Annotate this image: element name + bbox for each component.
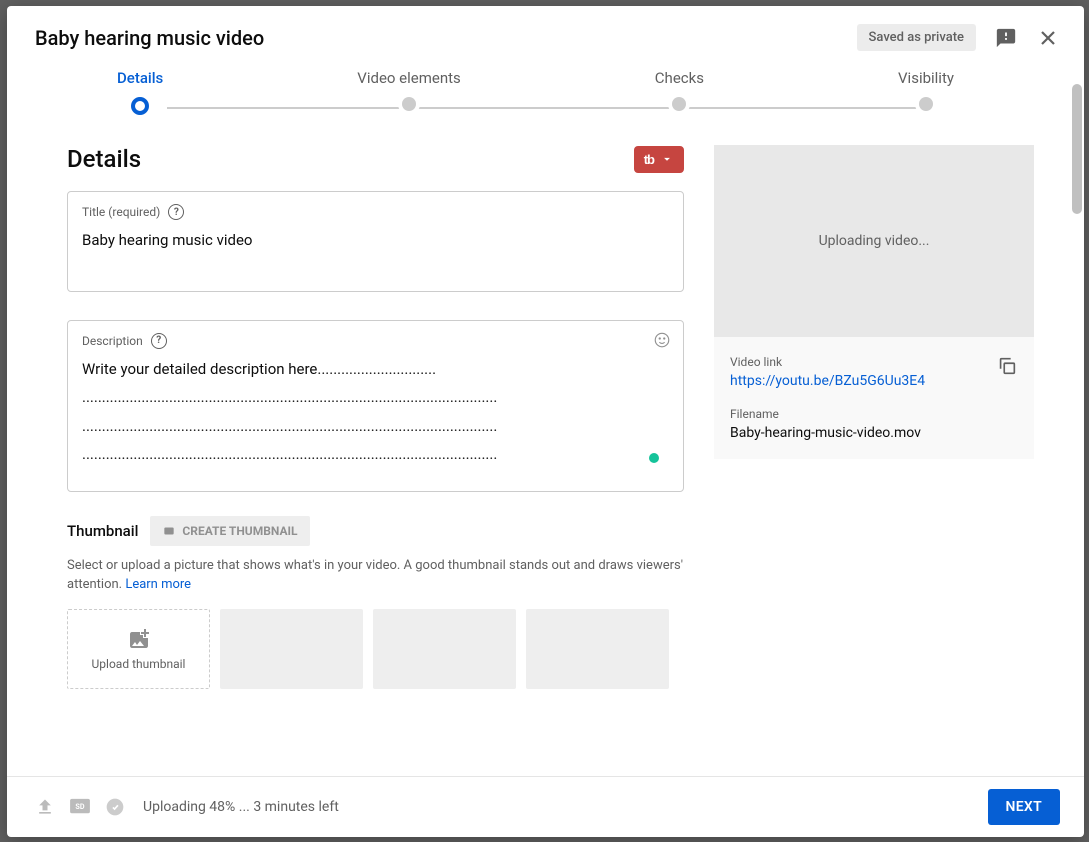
- side-info: Video link https://youtu.be/BZu5G6Uu3E4 …: [714, 337, 1034, 459]
- upload-thumbnail-box[interactable]: Upload thumbnail: [67, 609, 210, 689]
- step-video-elements-label: Video elements: [357, 69, 460, 87]
- title-field[interactable]: Title (required) ?: [67, 191, 684, 292]
- dialog-footer: SD Uploading 48% ... 3 minutes left NEXT: [7, 776, 1084, 837]
- next-button[interactable]: NEXT: [988, 789, 1060, 825]
- title-input[interactable]: [82, 226, 669, 277]
- description-label-row: Description ?: [82, 333, 669, 349]
- thumbnail-row: Upload thumbnail: [67, 609, 684, 689]
- dialog-title: Baby hearing music video: [35, 26, 264, 50]
- video-link-value[interactable]: https://youtu.be/BZu5G6Uu3E4: [730, 373, 1018, 389]
- step-visibility-label: Visibility: [898, 69, 954, 87]
- upload-progress-icon: [35, 797, 55, 817]
- scrollbar-thumb[interactable]: [1072, 84, 1082, 214]
- step-visibility[interactable]: Visibility: [898, 69, 954, 115]
- video-preview: Uploading video...: [714, 145, 1034, 337]
- thumbnail-placeholder-2[interactable]: [373, 609, 516, 689]
- upload-status-text: Uploading 48% ... 3 minutes left: [143, 799, 339, 815]
- copy-icon: [996, 355, 1018, 377]
- stepper-line: [167, 107, 924, 109]
- create-thumbnail-button[interactable]: CREATE THUMBNAIL: [150, 516, 309, 546]
- preview-status-text: Uploading video...: [819, 233, 930, 249]
- step-visibility-circle: [919, 97, 933, 111]
- feedback-icon[interactable]: [994, 26, 1018, 50]
- create-thumbnail-label: CREATE THUMBNAIL: [182, 524, 297, 538]
- video-link-row: Video link https://youtu.be/BZu5G6Uu3E4: [730, 355, 1018, 389]
- upload-thumbnail-label: Upload thumbnail: [92, 657, 186, 671]
- close-icon: [1036, 26, 1060, 50]
- save-status-chip: Saved as private: [857, 24, 976, 51]
- description-help-icon[interactable]: ?: [151, 333, 167, 349]
- video-link-label: Video link: [730, 355, 1018, 369]
- description-input[interactable]: [82, 355, 669, 473]
- check-circle-icon: [105, 797, 125, 817]
- emoji-picker-icon[interactable]: [653, 331, 671, 353]
- close-button[interactable]: [1036, 26, 1060, 50]
- step-checks-circle: [672, 97, 686, 111]
- step-checks[interactable]: Checks: [655, 69, 704, 115]
- thumbnail-learn-more-link[interactable]: Learn more: [125, 577, 191, 592]
- thumbnail-placeholder-3[interactable]: [526, 609, 669, 689]
- dialog-body: Details tb Title (required) ? Descri: [7, 115, 1084, 776]
- thumbnail-title: Thumbnail: [67, 522, 138, 540]
- upload-dialog: Baby hearing music video Saved as privat…: [7, 6, 1084, 837]
- dialog-header: Baby hearing music video Saved as privat…: [7, 6, 1084, 69]
- title-label: Title (required): [82, 205, 160, 219]
- details-heading: Details: [67, 145, 141, 173]
- title-label-row: Title (required) ?: [82, 204, 669, 220]
- feedback-icon-svg: [995, 27, 1017, 49]
- step-video-elements[interactable]: Video elements: [357, 69, 460, 115]
- side-panel: Uploading video... Video link https://yo…: [714, 145, 1084, 776]
- thumbnail-description: Select or upload a picture that shows wh…: [67, 556, 684, 595]
- header-actions: Saved as private: [857, 24, 1060, 51]
- tubebuddy-badge-text: tb: [644, 152, 654, 167]
- step-details[interactable]: Details: [117, 69, 163, 115]
- step-checks-label: Checks: [655, 69, 704, 87]
- tubebuddy-dropdown[interactable]: tb: [634, 146, 684, 173]
- add-image-icon: [127, 627, 151, 651]
- description-field[interactable]: Description ?: [67, 320, 684, 492]
- title-help-icon[interactable]: ?: [168, 204, 184, 220]
- copy-link-button[interactable]: [996, 355, 1018, 381]
- filename-label: Filename: [730, 407, 1018, 421]
- filename-row: Filename Baby-hearing-music-video.mov: [730, 407, 1018, 441]
- step-video-elements-circle: [402, 97, 416, 111]
- description-label: Description: [82, 334, 143, 348]
- grammarly-indicator-icon[interactable]: [649, 453, 659, 463]
- chevron-down-icon: [660, 152, 674, 166]
- tubebuddy-icon: [162, 524, 176, 538]
- thumbnail-header: Thumbnail CREATE THUMBNAIL: [67, 516, 684, 546]
- step-details-circle: [131, 97, 149, 115]
- thumbnail-placeholder-1[interactable]: [220, 609, 363, 689]
- main-panel: Details tb Title (required) ? Descri: [7, 145, 714, 776]
- sd-badge-icon: SD: [69, 798, 91, 816]
- svg-text:SD: SD: [75, 802, 84, 811]
- step-details-label: Details: [117, 69, 163, 87]
- details-section-header: Details tb: [67, 145, 684, 173]
- filename-value: Baby-hearing-music-video.mov: [730, 425, 1018, 441]
- footer-left: SD Uploading 48% ... 3 minutes left: [35, 797, 339, 817]
- stepper: Details Video elements Checks Visibility: [7, 69, 1084, 115]
